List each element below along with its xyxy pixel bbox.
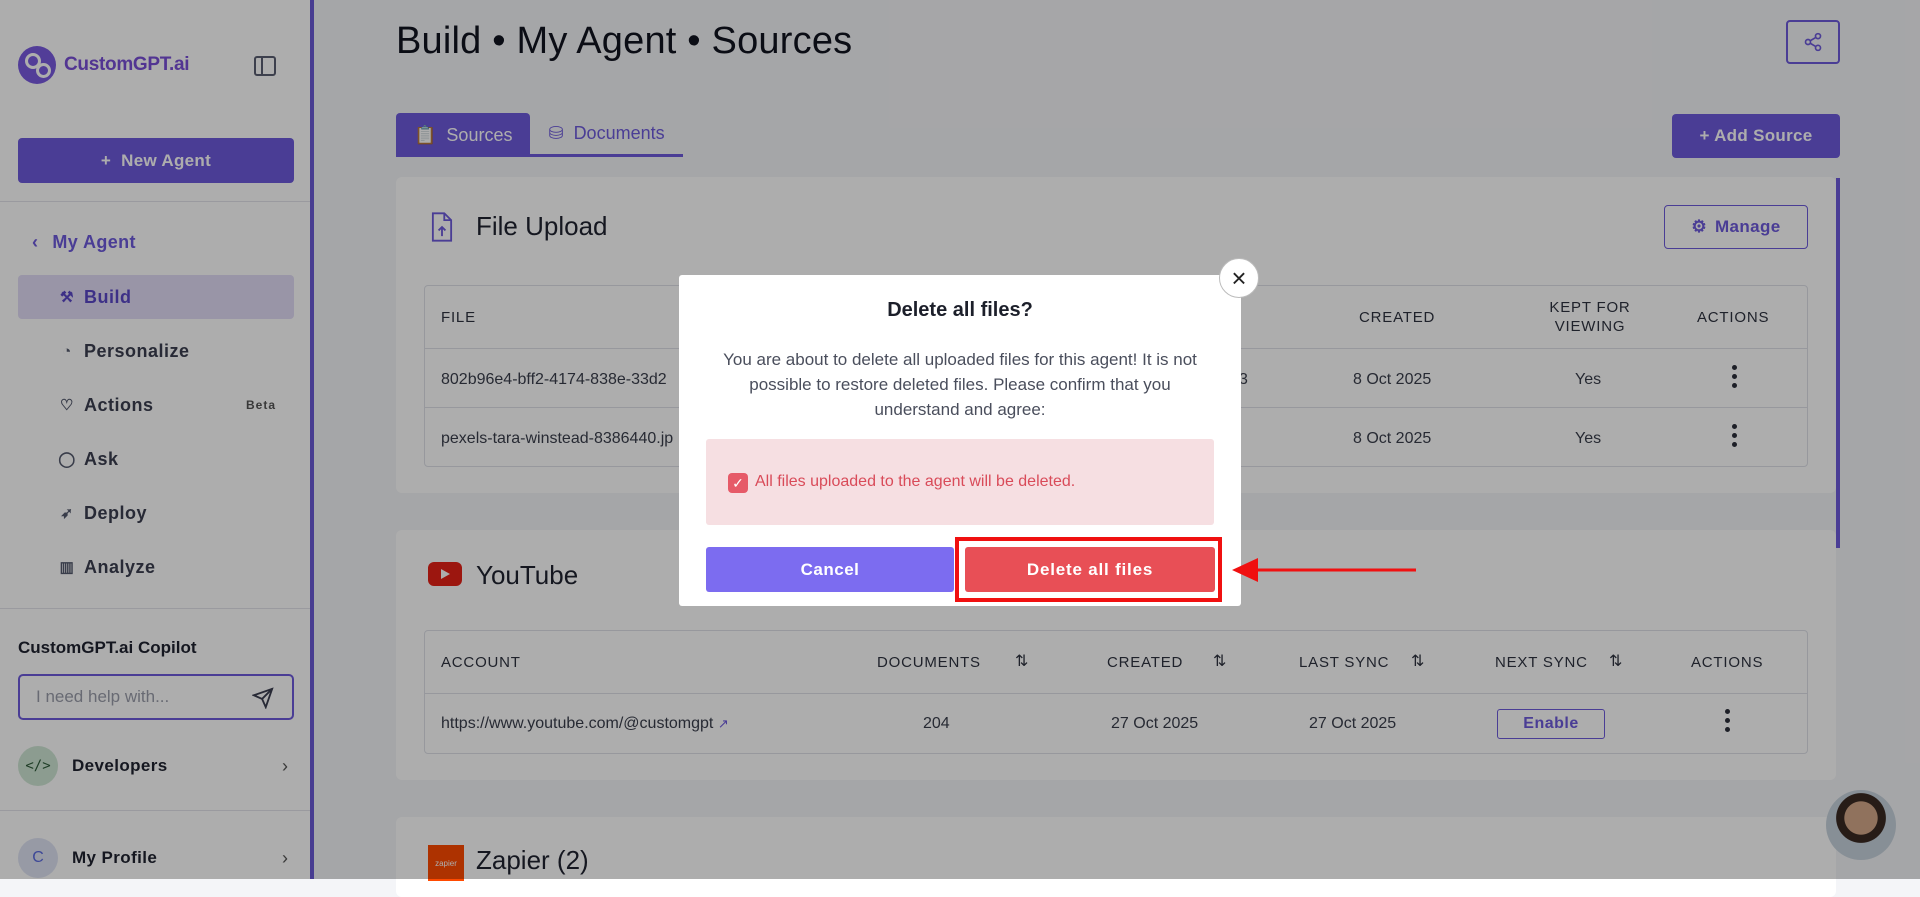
annotation-arrow-icon	[1232, 558, 1416, 582]
dialog-title: Delete all files?	[887, 299, 1033, 321]
confirm-checkbox-label: All files uploaded to the agent will be …	[755, 473, 1076, 490]
dialog-message: You are about to delete all uploaded fil…	[723, 350, 1197, 419]
confirm-checkbox[interactable]: ✓	[728, 473, 748, 493]
cancel-button[interactable]: Cancel	[706, 547, 954, 592]
annotation-highlight-box	[955, 537, 1222, 602]
confirm-checkbox-row[interactable]: ✓ All files uploaded to the agent will b…	[706, 439, 1214, 525]
close-icon[interactable]: ×	[1219, 258, 1259, 298]
